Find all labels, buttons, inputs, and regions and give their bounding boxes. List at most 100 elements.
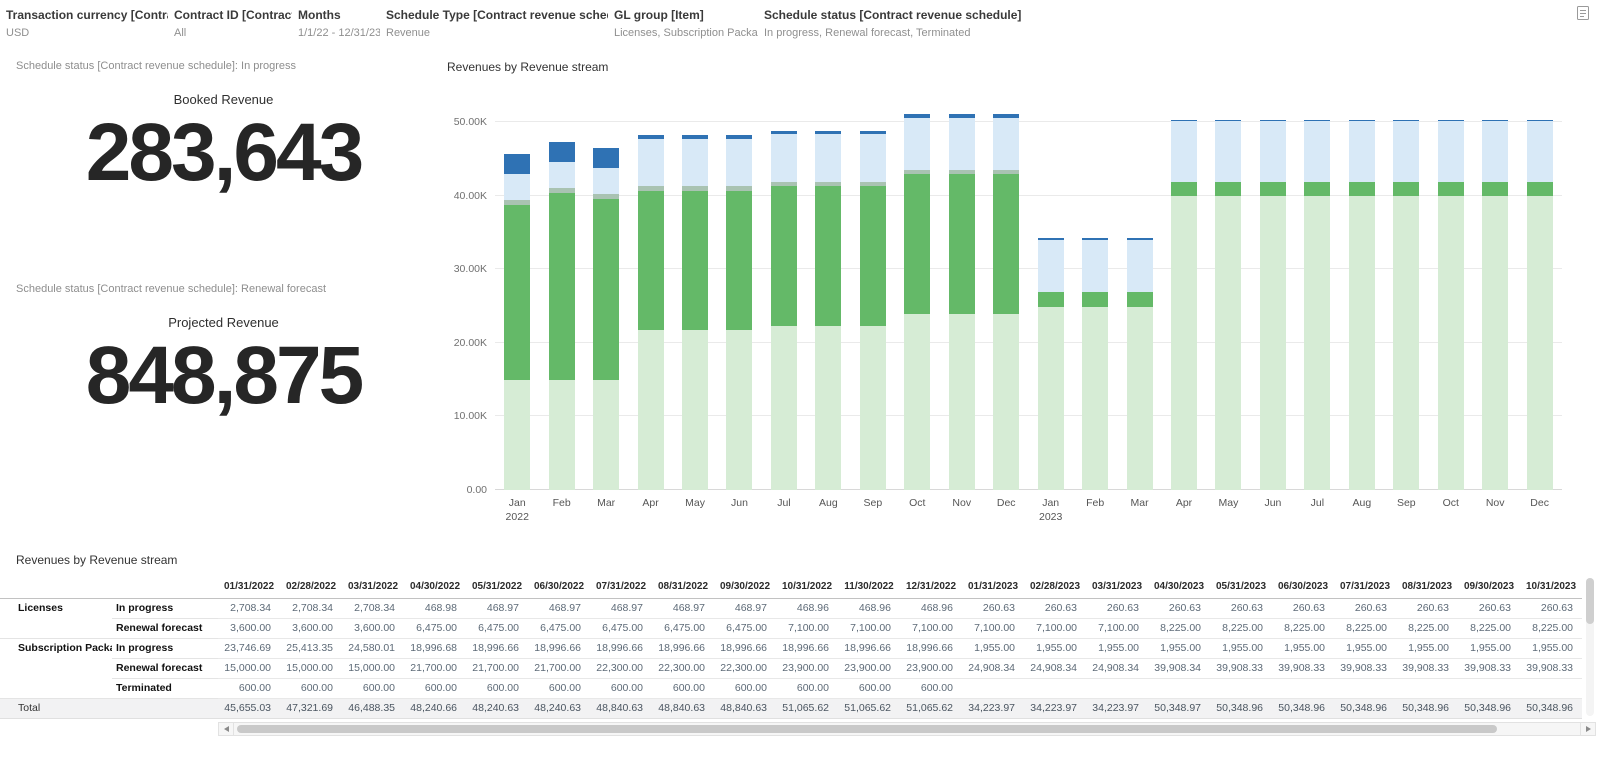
total-value-cell: 45,655.03 bbox=[218, 697, 280, 719]
stacked-bar[interactable] bbox=[504, 154, 531, 490]
stacked-bar[interactable] bbox=[1526, 119, 1553, 490]
date-column-header: 01/31/2023 bbox=[962, 576, 1024, 599]
value-cell: 39,908.34 bbox=[1148, 658, 1210, 679]
value-cell bbox=[1520, 678, 1582, 699]
stacked-bar[interactable] bbox=[904, 114, 931, 490]
stacked-bar[interactable] bbox=[1215, 119, 1242, 490]
value-cell: 18,996.66 bbox=[776, 638, 838, 659]
value-cell: 8,225.00 bbox=[1334, 618, 1396, 639]
bar-segment bbox=[859, 186, 886, 326]
bar-column bbox=[984, 100, 1028, 490]
stacked-bar[interactable] bbox=[770, 130, 797, 490]
value-cell: 468.96 bbox=[838, 598, 900, 619]
date-column-header: 11/30/2022 bbox=[838, 576, 900, 599]
value-cell: 600.00 bbox=[280, 678, 342, 699]
stacked-bar[interactable] bbox=[993, 114, 1020, 490]
stacked-bar[interactable] bbox=[726, 135, 753, 490]
stacked-bar[interactable] bbox=[948, 114, 975, 490]
stacked-bar[interactable] bbox=[548, 141, 575, 490]
stacked-bar[interactable] bbox=[1304, 119, 1331, 490]
filter-contract-id-contract[interactable]: Contract ID [Contract] All bbox=[174, 8, 292, 39]
bar-segment bbox=[815, 134, 842, 182]
value-cell: 39,908.33 bbox=[1272, 658, 1334, 679]
filter-label: Schedule Type [Contract revenue schedule… bbox=[386, 8, 608, 22]
value-cell: 18,996.66 bbox=[714, 638, 776, 659]
value-cell: 600.00 bbox=[714, 678, 776, 699]
dashboard-content: Schedule status [Contract revenue schedu… bbox=[0, 46, 1600, 523]
bar-segment bbox=[593, 147, 620, 168]
stacked-bar[interactable] bbox=[637, 135, 664, 490]
value-cell: 1,955.00 bbox=[1148, 638, 1210, 659]
value-cell: 8,225.00 bbox=[1210, 618, 1272, 639]
value-cell: 468.96 bbox=[900, 598, 962, 619]
stacked-bar[interactable] bbox=[1171, 119, 1198, 490]
export-button[interactable] bbox=[1574, 4, 1592, 22]
bar-segment bbox=[815, 325, 842, 490]
value-cell: 6,475.00 bbox=[466, 618, 528, 639]
value-cell bbox=[1086, 678, 1148, 699]
value-cell: 1,955.00 bbox=[962, 638, 1024, 659]
vertical-scrollbar[interactable] bbox=[1586, 578, 1594, 716]
value-cell: 260.63 bbox=[1272, 598, 1334, 619]
stacked-bar[interactable] bbox=[1037, 238, 1064, 490]
value-cell: 18,996.68 bbox=[404, 638, 466, 659]
row-status-label: Renewal forecast bbox=[112, 658, 218, 679]
date-column-header: 04/30/2022 bbox=[404, 576, 466, 599]
value-cell: 8,225.00 bbox=[1520, 618, 1582, 639]
filter-schedule-type-contract-revenue-schedule[interactable]: Schedule Type [Contract revenue schedule… bbox=[386, 8, 608, 39]
stacked-bar[interactable] bbox=[682, 135, 709, 490]
stacked-bar[interactable] bbox=[1126, 238, 1153, 490]
value-cell: 468.98 bbox=[404, 598, 466, 619]
x-axis-label: Dec bbox=[1530, 497, 1549, 509]
scroll-left-button[interactable] bbox=[218, 721, 234, 736]
value-cell: 260.63 bbox=[1086, 598, 1148, 619]
vertical-scrollbar-thumb[interactable] bbox=[1586, 578, 1594, 624]
value-cell: 24,580.01 bbox=[342, 638, 404, 659]
stacked-bar[interactable] bbox=[1393, 119, 1420, 490]
filter-months[interactable]: Months 1/1/22 - 12/31/23 bbox=[298, 8, 380, 39]
stacked-bar[interactable] bbox=[1437, 119, 1464, 490]
stacked-bar[interactable] bbox=[859, 130, 886, 490]
bar-segment bbox=[1171, 121, 1198, 182]
stacked-bar[interactable] bbox=[815, 130, 842, 490]
bar-segment bbox=[948, 314, 975, 490]
bar-column bbox=[1384, 100, 1428, 490]
stacked-bar[interactable] bbox=[1082, 238, 1109, 490]
stacked-bar[interactable] bbox=[593, 147, 620, 490]
y-axis: 0.00 10.00K 20.00K 30.00K 40.00K 50.00K bbox=[447, 100, 495, 496]
table-header-row: 01/31/2022 02/28/2022 03/31/2022 04/30/2022… bbox=[0, 576, 1582, 599]
total-value-cell: 50,348.96 bbox=[1520, 697, 1582, 719]
bar-column bbox=[1073, 100, 1117, 490]
horizontal-scrollbar-thumb[interactable] bbox=[237, 724, 1497, 733]
filter-schedule-status-contract-revenue-schedule[interactable]: Schedule status [Contract revenue schedu… bbox=[764, 8, 1021, 39]
bar-column bbox=[762, 100, 806, 490]
horizontal-scrollbar-track[interactable] bbox=[234, 721, 1580, 736]
filter-label: GL group [Item] bbox=[614, 8, 704, 22]
plot-area bbox=[495, 100, 1562, 490]
value-cell: 23,900.00 bbox=[838, 658, 900, 679]
total-value-cell: 50,348.96 bbox=[1334, 697, 1396, 719]
right-arrow-icon bbox=[1585, 725, 1591, 732]
stacked-bar[interactable] bbox=[1482, 119, 1509, 490]
stacked-bar[interactable] bbox=[1348, 119, 1375, 490]
bar-column bbox=[1429, 100, 1473, 490]
filter-gl-group-item[interactable]: GL group [Item] Licenses, Subscription Pa… bbox=[614, 8, 758, 39]
row-group-label: Subscription Package bbox=[0, 638, 112, 699]
filter-transaction-currency-contract[interactable]: Transaction currency [Contract] USD bbox=[6, 8, 168, 39]
value-cell: 2,708.34 bbox=[280, 598, 342, 619]
bar-segment bbox=[1082, 292, 1109, 307]
bar-column bbox=[1028, 100, 1072, 490]
bar-column bbox=[1206, 100, 1250, 490]
kpi-filter-note: Schedule status [Contract revenue schedu… bbox=[16, 60, 297, 72]
date-column-header: 06/30/2022 bbox=[528, 576, 590, 599]
value-cell: 18,996.66 bbox=[528, 638, 590, 659]
value-cell: 600.00 bbox=[652, 678, 714, 699]
total-value-cell: 50,348.97 bbox=[1148, 697, 1210, 719]
total-value-cell: 51,065.62 bbox=[900, 697, 962, 719]
value-cell: 600.00 bbox=[900, 678, 962, 699]
value-cell: 22,300.00 bbox=[652, 658, 714, 679]
value-cell: 6,475.00 bbox=[404, 618, 466, 639]
scroll-right-button[interactable] bbox=[1580, 721, 1596, 736]
horizontal-scrollbar[interactable] bbox=[218, 721, 1596, 736]
stacked-bar[interactable] bbox=[1259, 119, 1286, 490]
